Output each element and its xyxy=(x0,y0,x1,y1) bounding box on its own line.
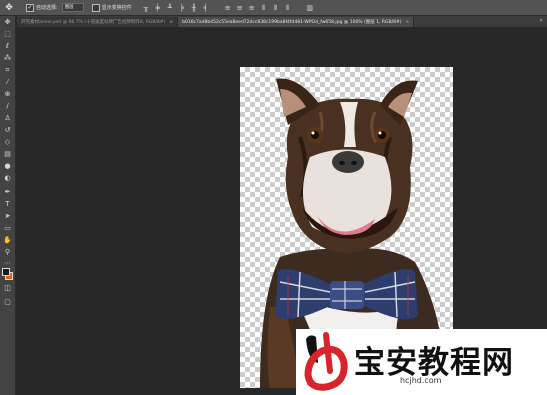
align-left-icon[interactable]: ╞ xyxy=(178,4,186,12)
lasso-tool-icon[interactable]: ℓ xyxy=(3,42,12,51)
move-tool-icon[interactable]: ✥ xyxy=(3,18,12,27)
tab-document-2[interactable]: b016c7ad8b452c55ea8eed72dcc838c199ba8f4f… xyxy=(178,17,415,27)
site-watermark: 宝安教程网 hcjhd.com xyxy=(296,329,547,395)
distribute-hcenter-icon[interactable]: ⦀ xyxy=(272,4,280,12)
path-selection-icon[interactable]: ➤ xyxy=(3,212,12,221)
auto-align-icon[interactable]: ▥ xyxy=(306,4,314,12)
tools-panel: ✥ ⬚ ℓ ⁂ ⌗ ⁄ ⊕ ∕ ♙ ↺ ◇ ▤ ● ◐ ✒ T ➤ ▭ ✋ ⚲ … xyxy=(0,16,16,395)
clone-stamp-icon[interactable]: ♙ xyxy=(3,114,12,123)
distribute-top-icon[interactable]: ≡ xyxy=(224,4,232,12)
history-brush-icon[interactable]: ↺ xyxy=(3,126,12,135)
eyedropper-icon[interactable]: ⁄ xyxy=(3,78,12,87)
foreground-color-swatch[interactable] xyxy=(2,268,10,276)
document-tabs: 开完素材anner.psd @ 66.7% (十倍速度标牌广告招牌制作8, RG… xyxy=(17,16,547,27)
distribute-right-icon[interactable]: ⦀ xyxy=(284,4,292,12)
align-right-icon[interactable]: ╡ xyxy=(202,4,210,12)
align-top-icon[interactable]: ╥ xyxy=(142,4,150,12)
shape-tool-icon[interactable]: ▭ xyxy=(3,224,12,233)
distribute-bottom-icon[interactable]: ≡ xyxy=(248,4,256,12)
brush-tool-icon[interactable]: ∕ xyxy=(3,102,12,111)
screen-mode-icon[interactable]: ▢ xyxy=(3,298,12,307)
zoom-tool-icon[interactable]: ⚲ xyxy=(3,248,12,257)
watermark-url: hcjhd.com xyxy=(400,376,442,385)
pen-tool-icon[interactable]: ✒ xyxy=(3,188,12,197)
show-transform-label: 显示变换控件 xyxy=(101,5,132,11)
marquee-tool-icon[interactable]: ⬚ xyxy=(3,30,12,39)
align-hcenter-icon[interactable]: ╫ xyxy=(190,4,198,12)
move-tool-icon[interactable]: ✥ xyxy=(2,1,16,14)
tab-label: 开完素材anner.psd @ 66.7% (十倍速度标牌广告招牌制作8, RG… xyxy=(21,20,166,25)
distribute-left-icon[interactable]: ⦀ xyxy=(260,4,268,12)
crop-tool-icon[interactable]: ⌗ xyxy=(3,66,12,75)
tabs-overflow-icon[interactable]: » xyxy=(539,17,543,24)
tab-label: b016c7ad8b452c55ea8eed72dcc838c199ba8f4f… xyxy=(182,20,402,25)
show-transform-checkbox[interactable] xyxy=(91,3,100,12)
align-bottom-icon[interactable]: ╨ xyxy=(166,4,174,12)
align-buttons: ╥ ╪ ╨ ╞ ╫ ╡ ≡ ≡ ≡ ⦀ ⦀ ⦀ ▥ xyxy=(142,4,314,12)
close-icon[interactable]: × xyxy=(169,20,173,25)
align-vcenter-icon[interactable]: ╪ xyxy=(154,4,162,12)
watermark-logo xyxy=(304,332,348,391)
tab-document-1[interactable]: 开完素材anner.psd @ 66.7% (十倍速度标牌广告招牌制作8, RG… xyxy=(17,17,179,27)
quick-mask-icon[interactable]: ◫ xyxy=(3,284,12,293)
distribute-vcenter-icon[interactable]: ≡ xyxy=(236,4,244,12)
auto-select-label: 自动选择: xyxy=(36,5,58,11)
healing-brush-icon[interactable]: ⊕ xyxy=(3,90,12,99)
type-tool-icon[interactable]: T xyxy=(3,200,12,209)
close-icon[interactable]: × xyxy=(406,20,410,25)
hand-tool-icon[interactable]: ✋ xyxy=(3,236,12,245)
auto-select-dropdown[interactable]: 图层 xyxy=(61,3,84,12)
gradient-tool-icon[interactable]: ▤ xyxy=(3,150,12,159)
eraser-icon[interactable]: ◇ xyxy=(3,138,12,147)
more-tools-icon[interactable]: ⋯ xyxy=(3,259,12,268)
blur-tool-icon[interactable]: ● xyxy=(3,162,12,171)
auto-select-checkbox[interactable]: ✓ xyxy=(26,3,34,12)
magic-wand-icon[interactable]: ⁂ xyxy=(3,54,12,63)
options-bar: ✥ ✓ 自动选择: 图层 显示变换控件 ╥ ╪ ╨ ╞ ╫ ╡ ≡ ≡ ≡ ⦀ … xyxy=(0,0,547,16)
dodge-tool-icon[interactable]: ◐ xyxy=(3,174,12,183)
